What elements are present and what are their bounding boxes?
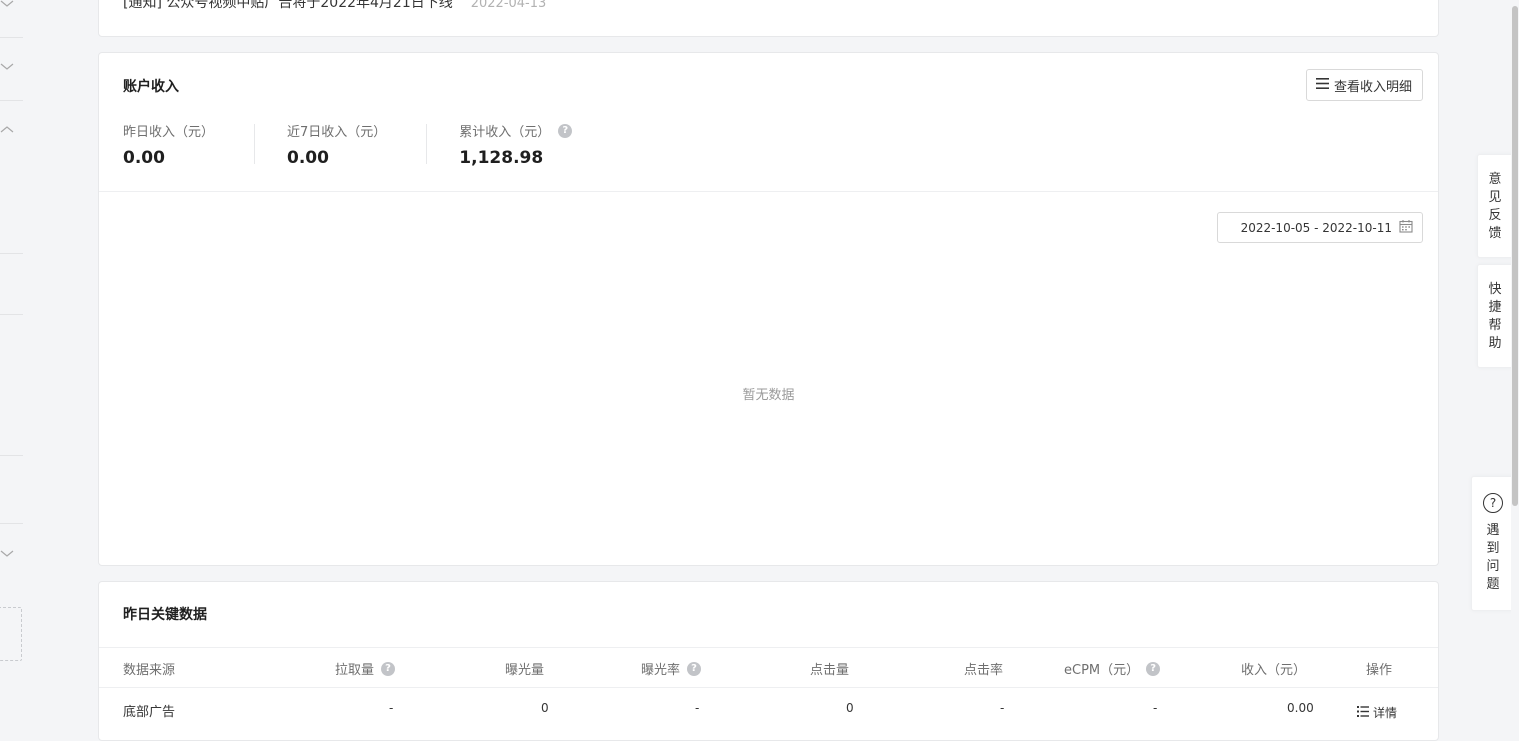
tab-char: 遇	[1486, 523, 1500, 538]
key-data-title: 昨日关键数据	[123, 607, 207, 623]
question-circle-icon[interactable]: ?	[1146, 661, 1161, 676]
stat-label: 累计收入（元）	[459, 125, 551, 140]
chevron-up-icon[interactable]	[0, 123, 14, 137]
stat-value: 1,128.98	[459, 148, 544, 168]
details-label: 详情	[1373, 706, 1398, 720]
col-header-action: 操作	[1366, 659, 1392, 678]
details-link[interactable]: 详情	[1357, 704, 1397, 721]
income-stats: 昨日收入（元） 0.00 近7日收入（元） 0.00 累计收入（元）? 1,12…	[123, 121, 612, 168]
cell-exposure: 0	[541, 701, 549, 715]
col-label: 拉取量	[335, 663, 375, 678]
col-header-pull: 拉取量?	[335, 659, 396, 678]
sidebar	[0, 0, 23, 720]
sidebar-divider	[0, 523, 23, 524]
stat-7days: 近7日收入（元） 0.00	[287, 121, 426, 168]
key-data-card: 昨日关键数据 数据来源 拉取量? 曝光量 曝光率? 点击量 点击率 eCPM（元…	[98, 581, 1439, 741]
list-icon	[1357, 705, 1369, 720]
calendar-icon	[1399, 219, 1413, 236]
col-header-source: 数据来源	[123, 659, 175, 678]
col-label: 操作	[1366, 663, 1393, 678]
stat-divider	[426, 124, 428, 164]
notice[interactable]: [通知] 公众号视频中贴广告将于2022年4月21日下线 2022-04-13	[123, 0, 546, 12]
income-divider	[99, 191, 1438, 192]
cell-income: 0.00	[1287, 701, 1314, 715]
chevron-down-icon[interactable]	[0, 60, 14, 74]
cell-clicks: 0	[846, 701, 854, 715]
stat-value: 0.00	[287, 148, 329, 168]
stat-label: 近7日收入（元）	[287, 125, 387, 140]
chart-empty-text: 暂无数据	[742, 388, 795, 403]
scrollbar[interactable]	[1511, 0, 1519, 720]
col-header-ctr: 点击率	[964, 659, 1003, 678]
tab-char: 意	[1488, 172, 1502, 187]
tab-char: 帮	[1488, 318, 1502, 333]
problem-tab[interactable]: ? 遇 到 问 题	[1471, 476, 1515, 611]
stat-total: 累计收入（元）? 1,128.98	[459, 121, 612, 168]
stat-label: 昨日收入（元）	[123, 125, 215, 140]
tab-char: 题	[1486, 577, 1500, 592]
col-label: 曝光量	[505, 663, 545, 678]
cell-exposure-rate: -	[695, 701, 700, 715]
tab-char: 馈	[1488, 226, 1502, 241]
notice-date: 2022-04-13	[470, 0, 547, 11]
tab-char: 捷	[1488, 300, 1502, 315]
tab-char: 到	[1486, 541, 1500, 556]
scrollbar-thumb[interactable]	[1512, 6, 1518, 506]
sidebar-divider	[0, 253, 23, 254]
chevron-down-icon[interactable]	[0, 547, 14, 561]
question-circle-icon[interactable]: ?	[558, 123, 573, 138]
tab-char: 问	[1486, 559, 1500, 574]
date-range-picker[interactable]: 2022-10-05 - 2022-10-11	[1217, 212, 1423, 243]
list-icon	[1315, 77, 1329, 93]
stat-yesterday: 昨日收入（元） 0.00	[123, 121, 254, 168]
stat-divider	[254, 124, 256, 164]
table-row-divider	[99, 687, 1438, 688]
col-label: 数据来源	[123, 663, 176, 678]
table-header-divider	[99, 647, 1438, 648]
tab-char: 助	[1488, 336, 1502, 351]
col-label: 点击率	[964, 663, 1004, 678]
notice-text[interactable]: [通知] 公众号视频中贴广告将于2022年4月21日下线	[123, 0, 453, 11]
tab-char: 见	[1488, 190, 1502, 205]
sidebar-divider	[0, 455, 23, 456]
question-circle-icon[interactable]: ?	[381, 661, 396, 676]
cell-source: 底部广告	[123, 705, 176, 720]
col-header-clicks: 点击量	[810, 659, 849, 678]
date-range-value: 2022-10-05 - 2022-10-11	[1240, 220, 1392, 235]
cell-pull: -	[389, 701, 394, 715]
view-income-detail-button[interactable]: 查看收入明细	[1305, 69, 1423, 101]
tab-char: 快	[1488, 282, 1502, 297]
cell-ctr: -	[1000, 701, 1005, 715]
question-circle-icon[interactable]: ?	[687, 661, 702, 676]
account-income-card: 账户收入 查看收入明细 昨日收入（元） 0.00 近7日收入（元） 0.00 累…	[98, 52, 1439, 566]
col-label: 点击量	[810, 663, 850, 678]
stat-value: 0.00	[123, 148, 165, 168]
col-header-exposure-rate: 曝光率?	[641, 659, 702, 678]
col-label: eCPM（元）	[1064, 663, 1140, 678]
view-income-detail-label: 查看收入明细	[1333, 79, 1412, 95]
sidebar-divider	[0, 37, 23, 38]
cell-ecpm: -	[1153, 701, 1158, 715]
notice-card: [通知] 公众号视频中贴广告将于2022年4月21日下线 2022-04-13	[98, 0, 1439, 37]
account-income-title: 账户收入	[123, 79, 179, 95]
col-label: 收入（元）	[1241, 663, 1307, 678]
quick-help-tab[interactable]: 快 捷 帮 助	[1477, 264, 1513, 368]
col-header-exposure: 曝光量	[505, 659, 544, 678]
sidebar-divider	[0, 314, 23, 315]
feedback-tab[interactable]: 意 见 反 馈	[1477, 154, 1513, 258]
tab-char: 反	[1488, 208, 1502, 223]
question-circle-icon: ?	[1483, 493, 1503, 513]
col-header-ecpm: eCPM（元）?	[1064, 659, 1161, 678]
chevron-down-icon[interactable]	[0, 0, 14, 11]
col-label: 曝光率	[641, 663, 681, 678]
sidebar-divider	[0, 100, 23, 101]
col-header-income: 收入（元）	[1241, 659, 1306, 678]
sidebar-placeholder	[0, 607, 22, 661]
